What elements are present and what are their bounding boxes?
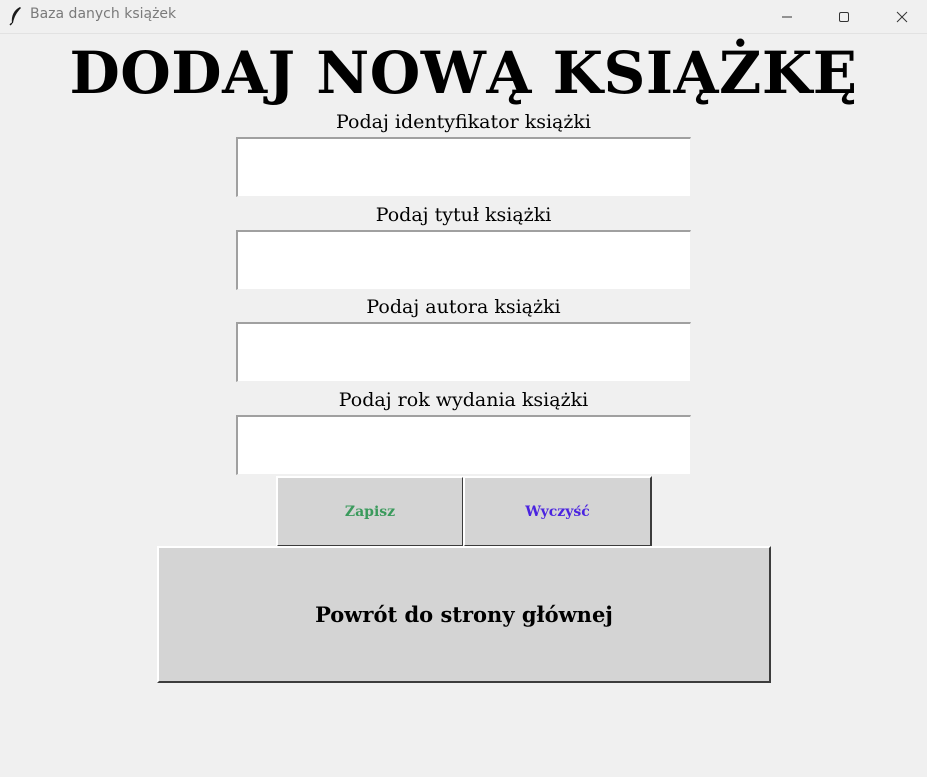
window-title: Baza danych książek bbox=[30, 6, 177, 22]
title-bar: Baza danych książek bbox=[0, 0, 927, 34]
id-field-label: Podaj identyfikator książki bbox=[336, 111, 591, 133]
id-input[interactable] bbox=[236, 137, 691, 197]
author-field-label: Podaj autora książki bbox=[366, 296, 561, 318]
page-title: DODAJ NOWĄ KSIĄŻKĘ bbox=[69, 39, 858, 107]
year-field-label: Podaj rok wydania książki bbox=[338, 389, 589, 411]
clear-button[interactable]: Wyczyść bbox=[463, 476, 652, 547]
minimize-icon bbox=[782, 16, 792, 17]
title-input[interactable] bbox=[236, 230, 691, 290]
close-icon bbox=[896, 11, 908, 22]
save-button[interactable]: Zapisz bbox=[276, 476, 464, 547]
feather-icon bbox=[8, 6, 24, 26]
title-field-label: Podaj tytuł książki bbox=[375, 204, 552, 226]
maximize-icon bbox=[839, 11, 849, 22]
author-input[interactable] bbox=[236, 322, 691, 382]
back-to-home-button[interactable]: Powrót do strony głównej bbox=[157, 546, 771, 683]
minimize-button[interactable] bbox=[764, 0, 810, 33]
year-input[interactable] bbox=[236, 415, 691, 475]
close-button[interactable] bbox=[879, 0, 925, 33]
maximize-button[interactable] bbox=[821, 0, 867, 33]
